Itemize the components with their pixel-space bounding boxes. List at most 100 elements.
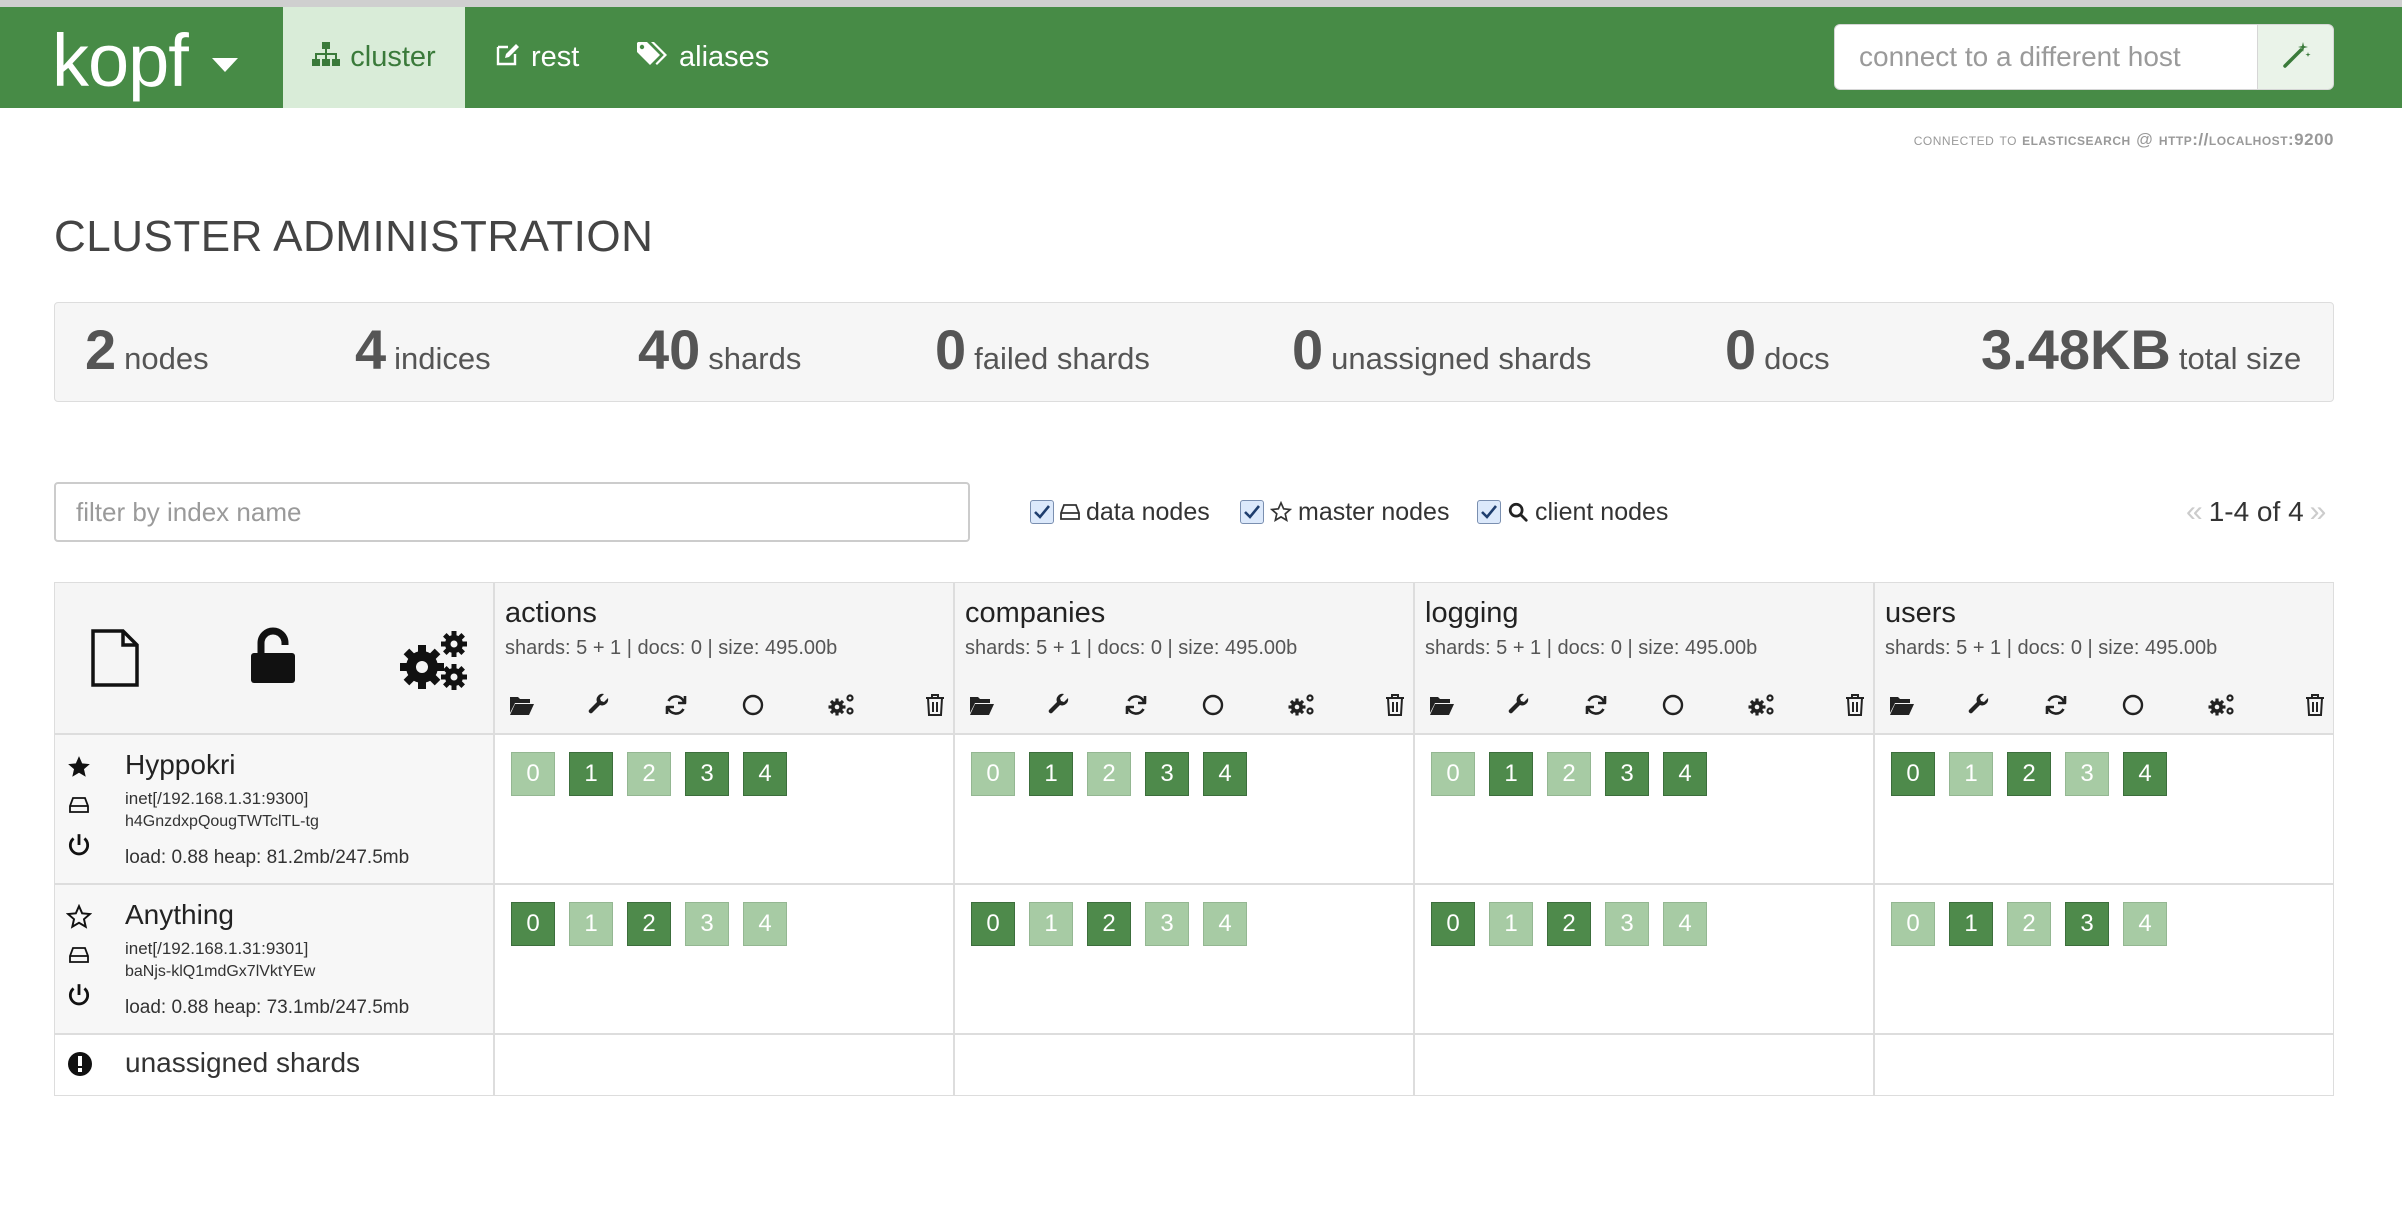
shard-primary[interactable]: 3 xyxy=(2065,902,2109,946)
shard-replica[interactable]: 0 xyxy=(511,752,555,796)
shard-replica[interactable]: 3 xyxy=(2065,752,2109,796)
shard-primary[interactable]: 0 xyxy=(1431,902,1475,946)
refresh-icon[interactable] xyxy=(659,687,693,723)
shard-replica[interactable]: 0 xyxy=(1431,752,1475,796)
index-header-logging: logging shards: 5 + 1 | docs: 0 | size: … xyxy=(1414,582,1874,734)
nav-cluster[interactable]: cluster xyxy=(283,7,465,108)
shard-replica[interactable]: 2 xyxy=(1547,752,1591,796)
nav-rest[interactable]: rest xyxy=(465,7,609,108)
pagination-next[interactable]: » xyxy=(2310,495,2327,529)
open-folder-icon[interactable] xyxy=(1885,687,1919,723)
trash-icon[interactable] xyxy=(918,687,952,723)
trash-icon[interactable] xyxy=(1378,687,1412,723)
pagination-prev[interactable]: « xyxy=(2186,495,2203,529)
shard-replica[interactable]: 1 xyxy=(1489,902,1533,946)
shard-primary[interactable]: 2 xyxy=(1087,902,1131,946)
shard-primary[interactable]: 4 xyxy=(2123,752,2167,796)
open-folder-icon[interactable] xyxy=(505,687,539,723)
shard-primary[interactable]: 1 xyxy=(1949,902,1993,946)
shard-primary[interactable]: 0 xyxy=(511,902,555,946)
checkbox-checked[interactable] xyxy=(1030,500,1054,524)
shard-replica[interactable]: 1 xyxy=(569,902,613,946)
unassigned-row-label-cell: unassigned shards xyxy=(54,1034,494,1096)
index-filter-input[interactable] xyxy=(54,482,970,542)
nav-aliases[interactable]: aliases xyxy=(607,7,799,108)
node-load: load: 0.88 heap: 73.1mb/247.5mb xyxy=(125,997,410,1018)
shard-replica[interactable]: 1 xyxy=(1949,752,1993,796)
refresh-icon[interactable] xyxy=(2039,687,2073,723)
shard-primary[interactable]: 1 xyxy=(569,752,613,796)
stat-docs: 0 docs xyxy=(1725,317,1830,382)
settings-icon[interactable] xyxy=(398,629,470,700)
shard-primary[interactable]: 0 xyxy=(1891,752,1935,796)
refresh-icon[interactable] xyxy=(1119,687,1153,723)
wrench-icon[interactable] xyxy=(1502,687,1536,723)
open-folder-icon[interactable] xyxy=(965,687,999,723)
index-name[interactable]: users xyxy=(1885,597,1956,630)
client-nodes-checkbox[interactable]: client nodes xyxy=(1477,495,1668,529)
shard-replica[interactable]: 0 xyxy=(1891,902,1935,946)
settings-icon[interactable] xyxy=(1745,687,1779,723)
shard-primary[interactable]: 2 xyxy=(627,902,671,946)
shard-primary[interactable]: 2 xyxy=(2007,752,2051,796)
trash-icon[interactable] xyxy=(1838,687,1872,723)
shard-primary[interactable]: 4 xyxy=(1663,752,1707,796)
power-icon[interactable] xyxy=(63,979,95,1011)
circle-icon[interactable] xyxy=(1656,687,1690,723)
shard-replica[interactable]: 0 xyxy=(971,752,1015,796)
settings-icon[interactable] xyxy=(1285,687,1319,723)
unlock-icon[interactable] xyxy=(249,627,297,690)
index-toolbar xyxy=(1875,687,2335,723)
shard-replica[interactable]: 4 xyxy=(1663,902,1707,946)
checkbox-checked[interactable] xyxy=(1240,500,1264,524)
circle-icon[interactable] xyxy=(2116,687,2150,723)
shard-primary[interactable]: 4 xyxy=(1203,752,1247,796)
shard-primary[interactable]: 0 xyxy=(971,902,1015,946)
shard-primary[interactable]: 3 xyxy=(685,752,729,796)
settings-icon[interactable] xyxy=(2205,687,2239,723)
checkbox-checked[interactable] xyxy=(1477,500,1501,524)
open-folder-icon[interactable] xyxy=(1425,687,1459,723)
trash-icon[interactable] xyxy=(2298,687,2332,723)
shard-primary[interactable]: 1 xyxy=(1489,752,1533,796)
shard-primary[interactable]: 3 xyxy=(1605,752,1649,796)
circle-icon[interactable] xyxy=(1196,687,1230,723)
table-actions-header xyxy=(54,582,494,734)
wrench-icon[interactable] xyxy=(582,687,616,723)
brand-dropdown[interactable]: kopf xyxy=(52,21,238,101)
settings-icon[interactable] xyxy=(825,687,859,723)
stat-indices: 4 indices xyxy=(355,317,491,382)
wrench-icon[interactable] xyxy=(1962,687,1996,723)
navbar: kopf cluster rest aliases xyxy=(0,7,2402,108)
shard-replica[interactable]: 2 xyxy=(2007,902,2051,946)
new-index-icon[interactable] xyxy=(91,629,139,692)
shard-replica[interactable]: 2 xyxy=(627,752,671,796)
shard-replica[interactable]: 3 xyxy=(1605,902,1649,946)
connect-button[interactable] xyxy=(2257,24,2334,90)
wrench-icon[interactable] xyxy=(1042,687,1076,723)
shard-replica[interactable]: 4 xyxy=(1203,902,1247,946)
shard-replica[interactable]: 4 xyxy=(2123,902,2167,946)
circle-icon[interactable] xyxy=(736,687,770,723)
shard-replica[interactable]: 1 xyxy=(1029,902,1073,946)
shard-replica[interactable]: 4 xyxy=(743,902,787,946)
refresh-icon[interactable] xyxy=(1579,687,1613,723)
shard-primary[interactable]: 1 xyxy=(1029,752,1073,796)
power-icon[interactable] xyxy=(63,829,95,861)
shard-replica[interactable]: 3 xyxy=(1145,902,1189,946)
sitemap-icon xyxy=(312,41,350,74)
index-header-companies: companies shards: 5 + 1 | docs: 0 | size… xyxy=(954,582,1414,734)
shard-primary[interactable]: 3 xyxy=(1145,752,1189,796)
index-name[interactable]: companies xyxy=(965,597,1105,630)
stat-nodes: 2 nodes xyxy=(85,317,209,382)
shard-replica[interactable]: 3 xyxy=(685,902,729,946)
index-name[interactable]: logging xyxy=(1425,597,1519,630)
shard-primary[interactable]: 4 xyxy=(743,752,787,796)
shard-primary[interactable]: 2 xyxy=(1547,902,1591,946)
node-name: Hyppokri xyxy=(125,749,236,780)
host-input[interactable] xyxy=(1834,24,2258,90)
master-nodes-checkbox[interactable]: master nodes xyxy=(1240,495,1449,529)
index-name[interactable]: actions xyxy=(505,597,597,630)
data-nodes-checkbox[interactable]: data nodes xyxy=(1030,495,1210,529)
shard-replica[interactable]: 2 xyxy=(1087,752,1131,796)
